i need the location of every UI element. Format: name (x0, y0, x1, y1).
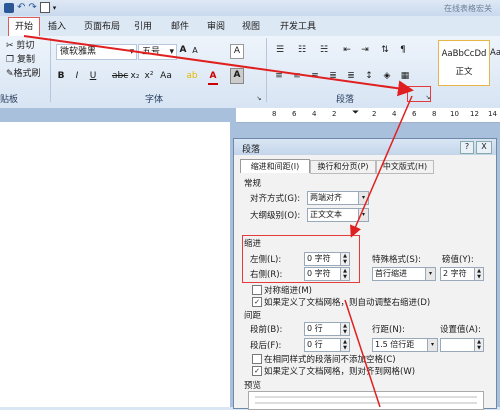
arrow-home-to-launcher (23, 35, 414, 97)
arrow-indent-down (344, 299, 381, 407)
arrow-launcher-to-indent (350, 95, 413, 238)
annotation-arrows (23, 35, 414, 407)
